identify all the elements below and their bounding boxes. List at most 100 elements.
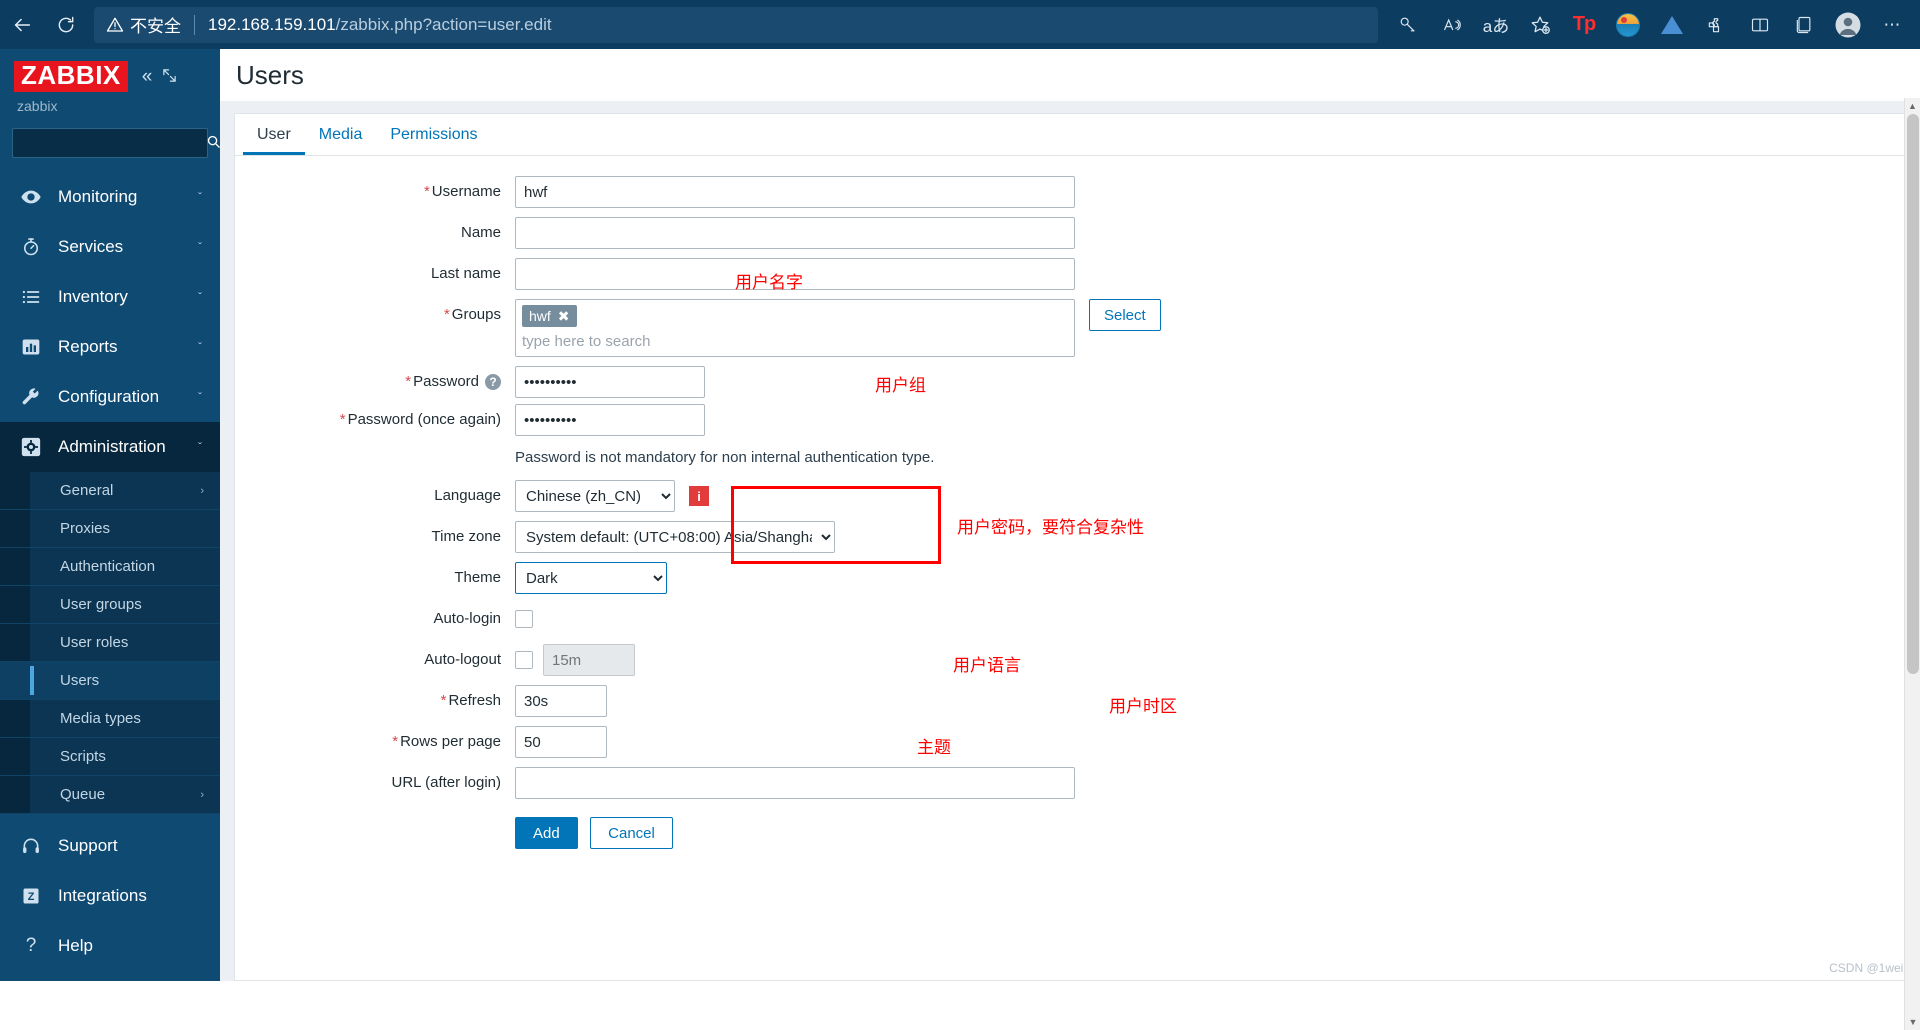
triangle-extension-icon[interactable] <box>1650 5 1694 45</box>
sidebar-item-label: Inventory <box>58 287 128 307</box>
search-input[interactable] <box>21 134 206 153</box>
scroll-up-icon[interactable]: ▲ <box>1905 98 1920 114</box>
groups-control: hwf ✖ type here to search Select <box>515 299 1905 357</box>
browser-toolbar: 不安全 192.168.159.101/zabbix.php?action=us… <box>0 0 1920 49</box>
remove-chip-icon[interactable]: ✖ <box>558 307 570 325</box>
sidebar-item-users[interactable]: Users <box>0 662 220 701</box>
sidebar-item-scripts[interactable]: Scripts <box>0 738 220 777</box>
select-groups-button[interactable]: Select <box>1089 299 1161 331</box>
z-square-icon: Z <box>18 886 44 906</box>
groups-placeholder: type here to search <box>522 333 651 350</box>
sidebar-item-authentication[interactable]: Authentication <box>0 548 220 587</box>
auto-logout-label: Auto-logout <box>424 651 501 668</box>
profile-avatar-icon[interactable] <box>1826 5 1870 45</box>
sidebar-item-proxies[interactable]: Proxies <box>0 510 220 549</box>
sidebar-item-media-types[interactable]: Media types <box>0 700 220 739</box>
url-path: /zabbix.php?action=user.edit <box>335 14 552 34</box>
sidebar-item-integrations[interactable]: Z Integrations <box>0 871 220 921</box>
help-question-icon[interactable]: ? <box>485 374 501 391</box>
sidebar-item-administration[interactable]: Administration ˇ <box>0 422 220 473</box>
sidebar-item-user-groups[interactable]: User groups <box>0 586 220 625</box>
sidebar-item-inventory[interactable]: Inventory ˇ <box>0 272 220 322</box>
required-marker: * <box>423 183 430 200</box>
key-icon[interactable] <box>1386 5 1430 45</box>
vertical-scrollbar[interactable]: ▲ ▼ <box>1904 98 1920 1030</box>
read-aloud-icon[interactable] <box>1430 5 1474 45</box>
required-marker: * <box>440 692 447 709</box>
language-control: Chinese (zh_CN) i <box>515 480 1905 512</box>
rows-per-page-control <box>515 726 1905 758</box>
password-label-text: Password <box>413 373 479 390</box>
page-header: Users question-mark-icon <box>220 49 1920 101</box>
refresh-input[interactable] <box>515 685 607 717</box>
username-input[interactable] <box>515 176 1075 208</box>
translate-icon[interactable]: aあ <box>1474 5 1518 45</box>
password-input[interactable] <box>515 366 705 398</box>
sidebar-item-queue[interactable]: Queue › <box>0 776 220 815</box>
sidebar-item-help[interactable]: ? Help <box>0 921 220 971</box>
double-chevron-left-icon[interactable]: « <box>142 67 153 86</box>
group-chip[interactable]: hwf ✖ <box>522 305 577 327</box>
sidebar-search[interactable] <box>12 128 220 159</box>
sidebar-item-monitoring[interactable]: Monitoring ˇ <box>0 172 220 222</box>
add-button[interactable]: Add <box>515 817 578 849</box>
bar-chart-icon <box>18 337 44 357</box>
sidebar-item-support[interactable]: Support <box>0 821 220 871</box>
form-row-groups: * Groups hwf ✖ type here to search Select <box>235 299 1905 357</box>
auto-logout-checkbox[interactable] <box>515 651 533 669</box>
cancel-button[interactable]: Cancel <box>590 817 673 849</box>
groups-multiselect[interactable]: hwf ✖ type here to search <box>515 299 1075 357</box>
url-host: 192.168.159.101 <box>208 14 336 34</box>
tampermonkey-extension-icon[interactable]: Tp <box>1562 5 1606 45</box>
form-row-theme: Theme Dark <box>235 562 1905 594</box>
expand-panel-icon[interactable] <box>162 68 177 86</box>
sidebar-item-reports[interactable]: Reports ˇ <box>0 322 220 372</box>
settings-more-icon[interactable]: ⋯ <box>1870 5 1914 45</box>
rows-per-page-input[interactable] <box>515 726 607 758</box>
url-after-login-control <box>515 767 1905 799</box>
address-bar[interactable]: 不安全 192.168.159.101/zabbix.php?action=us… <box>94 6 1378 43</box>
tab-media[interactable]: Media <box>305 114 377 155</box>
sidebar-item-user-roles[interactable]: User roles <box>0 624 220 663</box>
sidebar-item-general[interactable]: General › <box>0 472 220 511</box>
groups-label: * Groups <box>235 299 515 331</box>
chevron-down-icon: ˇ <box>198 290 202 305</box>
split-screen-icon[interactable] <box>1738 5 1782 45</box>
form-row-language: Language Chinese (zh_CN) i <box>235 480 1905 512</box>
chevron-right-icon: › <box>200 788 204 801</box>
user-form-card: User Media Permissions *Username Name <box>234 113 1906 981</box>
tab-permissions[interactable]: Permissions <box>376 114 491 155</box>
puzzle-extension-icon[interactable] <box>1694 5 1738 45</box>
refresh-control <box>515 685 1905 717</box>
not-secure-warning-icon <box>106 16 124 34</box>
add-favorite-icon[interactable] <box>1518 5 1562 45</box>
back-arrow-icon[interactable] <box>0 5 44 45</box>
url-after-login-input[interactable] <box>515 767 1075 799</box>
tab-user[interactable]: User <box>243 114 305 155</box>
browser-action-icons: aあ Tp ⋯ <box>1386 5 1920 45</box>
zabbix-logo[interactable]: ZABBIX <box>14 61 128 93</box>
refresh-label-text: Refresh <box>448 692 501 709</box>
language-select[interactable]: Chinese (zh_CN) <box>515 480 675 512</box>
info-badge-icon[interactable]: i <box>689 486 709 506</box>
sidebar-submenu-administration: General › Proxies Authentication User gr… <box>0 472 220 815</box>
time-zone-select[interactable]: System default: (UTC+08:00) Asia/Shangha… <box>515 521 835 553</box>
sidebar-item-configuration[interactable]: Configuration ˇ <box>0 372 220 422</box>
not-secure-label: 不安全 <box>130 17 181 36</box>
username-control <box>515 176 1905 208</box>
password-again-input[interactable] <box>515 404 705 436</box>
search-icon[interactable] <box>206 134 221 153</box>
scroll-down-icon[interactable]: ▼ <box>1905 1014 1920 1030</box>
reload-icon[interactable] <box>44 5 88 45</box>
auto-login-checkbox[interactable] <box>515 610 533 628</box>
scrollbar-thumb[interactable] <box>1907 114 1919 674</box>
name-input[interactable] <box>515 217 1075 249</box>
fruit-bowl-extension-icon[interactable] <box>1606 5 1650 45</box>
sidebar-item-label: Help <box>58 936 93 955</box>
sidebar-item-services[interactable]: Services ˇ <box>0 222 220 272</box>
sidebar-item-label: Services <box>58 237 124 257</box>
collections-icon[interactable] <box>1782 5 1826 45</box>
theme-select[interactable]: Dark <box>515 562 667 594</box>
gear-icon <box>18 436 44 458</box>
password-label: * Password? <box>235 366 515 398</box>
